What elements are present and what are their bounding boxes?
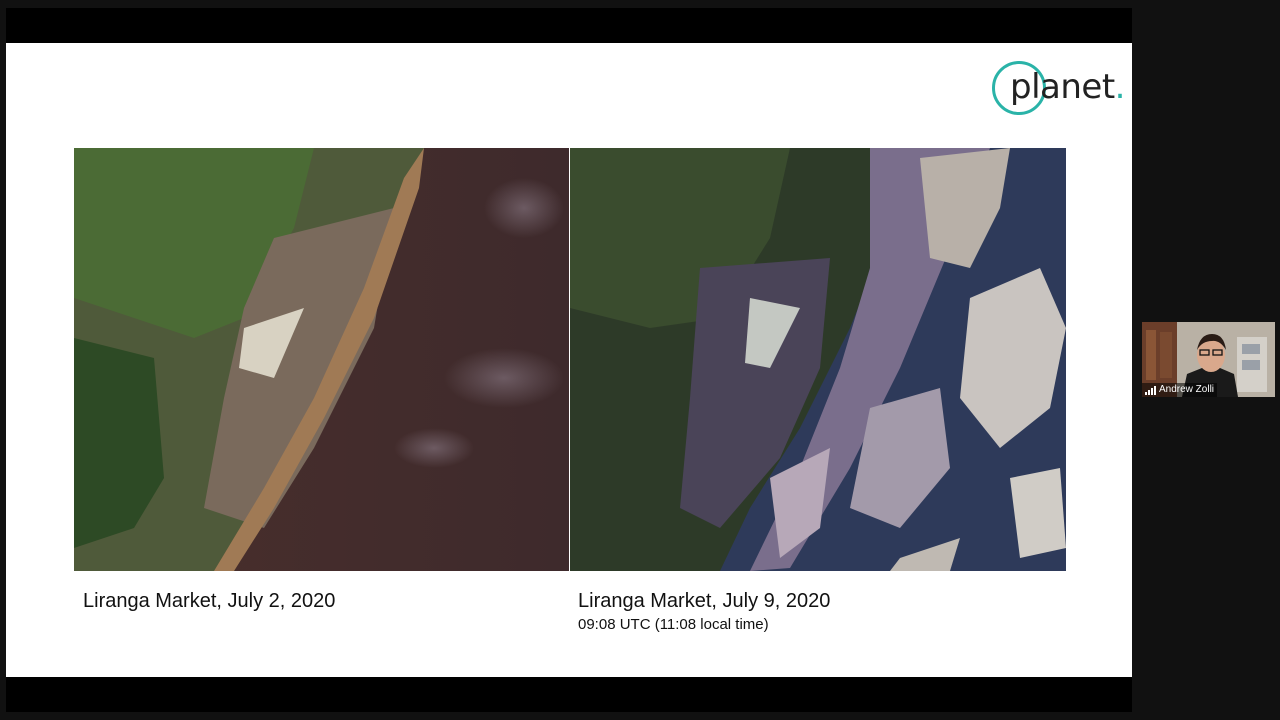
caption-july-9: Liranga Market, July 9, 2020 (578, 590, 831, 612)
participant-video-tile[interactable]: Andrew Zolli (1142, 322, 1275, 397)
satellite-image-july-2 (74, 148, 569, 571)
logo-dot: . (1114, 67, 1126, 107)
caption-july-2: Liranga Market, July 2, 2020 (83, 590, 336, 612)
letterbox-bottom (6, 677, 1132, 712)
slide: planet. Liranga Market, July 2, 2020 Lir… (6, 43, 1132, 677)
caption-july-9-time: 09:08 UTC (11:08 local time) (578, 616, 769, 633)
logo-text: planet (1010, 67, 1115, 107)
participant-name: Andrew Zolli (1159, 384, 1215, 395)
presentation-window: planet. Liranga Market, July 2, 2020 Lir… (0, 0, 1280, 720)
satellite-image-july-9 (570, 148, 1066, 571)
planet-logo: planet. (992, 61, 1126, 121)
letterbox-top (6, 8, 1132, 43)
participant-name-tag: Andrew Zolli (1142, 383, 1218, 397)
signal-bars-icon (1145, 385, 1156, 395)
